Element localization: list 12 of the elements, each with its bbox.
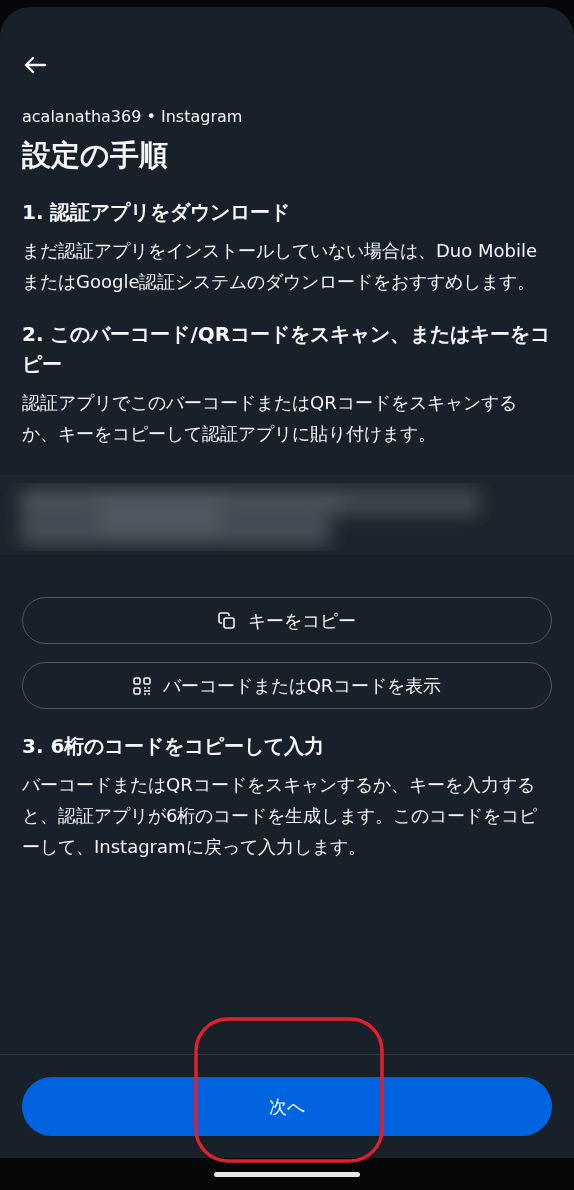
back-arrow-icon bbox=[24, 56, 46, 74]
next-button[interactable]: 次へ bbox=[22, 1077, 552, 1136]
copy-icon bbox=[218, 611, 236, 630]
step-description: まだ認証アプリをインストールしていない場合は、Duo MobileまたはGoogle認証システムのダウンロードをおすすめします。 bbox=[22, 239, 539, 294]
page-title: 設定の手順 bbox=[22, 137, 169, 174]
qr-code-icon bbox=[132, 676, 151, 695]
step-heading: 1. 認証アプリをダウンロード bbox=[22, 199, 292, 226]
account-label: acalanatha369 • Instagram bbox=[22, 106, 244, 128]
step-description: バーコードまたはQRコードをスキャンするか、キーを入力すると、認証アプリが6桁のコードを生成します。このコードをコピーして、Instagramに戻って入力します。 bbox=[22, 773, 539, 859]
step-heading: 2. このバーコード/QRコードをスキャン、またはキーをコピー bbox=[22, 321, 552, 378]
step-description: 認証アプリでこのバーコードまたはQRコードをスキャンするか、キーをコピーして認証アプリに貼り付けます。 bbox=[22, 391, 518, 446]
step-heading: 3. 6桁のコードをコピーして入力 bbox=[22, 733, 326, 760]
